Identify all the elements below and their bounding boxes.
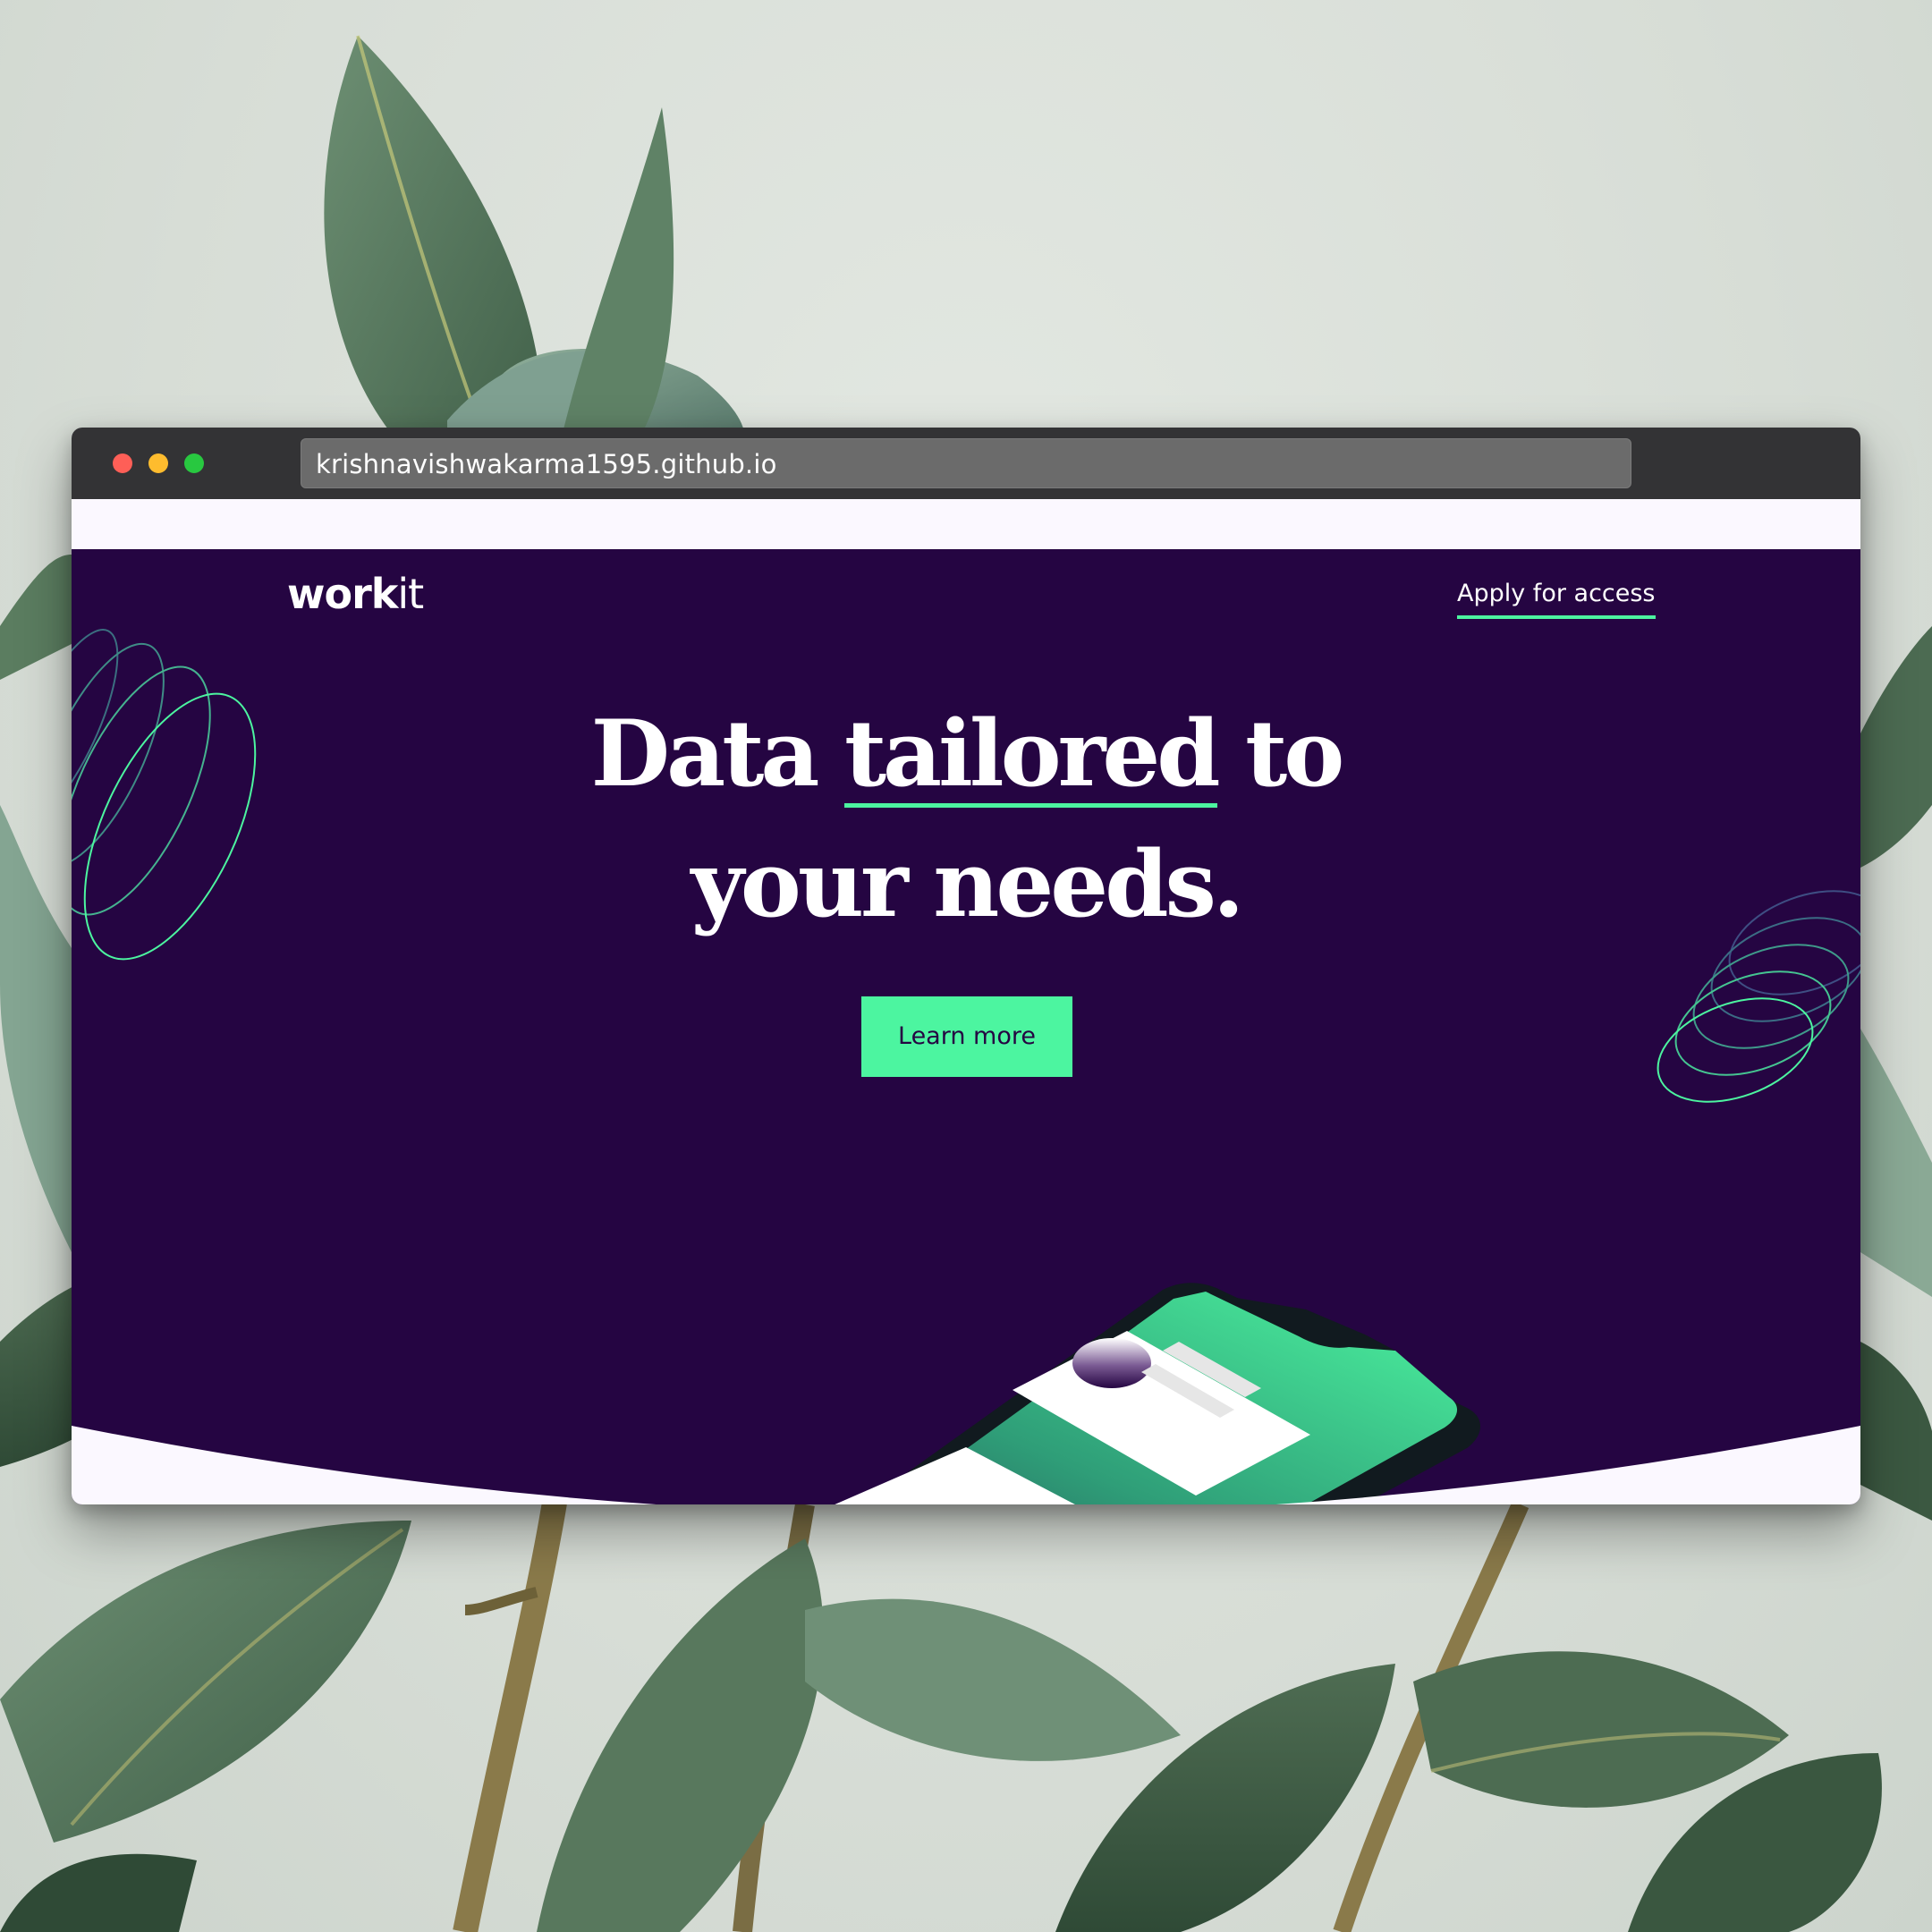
right-spiral-decoration [1657,890,1860,1103]
learn-more-button[interactable]: Learn more [861,996,1072,1077]
workit-logo[interactable]: workit [287,569,424,619]
hero-section: workit Apply for access Data tailored to… [72,549,1860,1504]
maximize-window-button[interactable] [184,453,204,473]
minimize-window-button[interactable] [148,453,168,473]
page-top-strip [72,499,1860,549]
logo-text-bold: work [287,570,398,618]
browser-window: krishnavishwakarma1595.github.io workit … [72,428,1860,1504]
headline-part-2: to [1216,700,1344,808]
headline-line-2: your needs. [691,831,1245,938]
headline-part-1: Data [590,700,844,808]
left-spiral-decoration [72,629,257,961]
desktop-background: krishnavishwakarma1595.github.io workit … [0,0,1932,1932]
address-bar[interactable]: krishnavishwakarma1595.github.io [301,438,1631,488]
headline-line-1: Data tailored to [429,689,1503,819]
apply-for-access-link[interactable]: Apply for access [1457,578,1656,619]
browser-titlebar: krishnavishwakarma1595.github.io [72,428,1860,499]
logo-text-light: it [397,570,424,618]
headline-highlight: tailored [843,700,1221,808]
close-window-button[interactable] [113,453,132,473]
hero-headline: Data tailored to your needs. [429,689,1503,950]
address-bar-url: krishnavishwakarma1595.github.io [316,449,777,479]
